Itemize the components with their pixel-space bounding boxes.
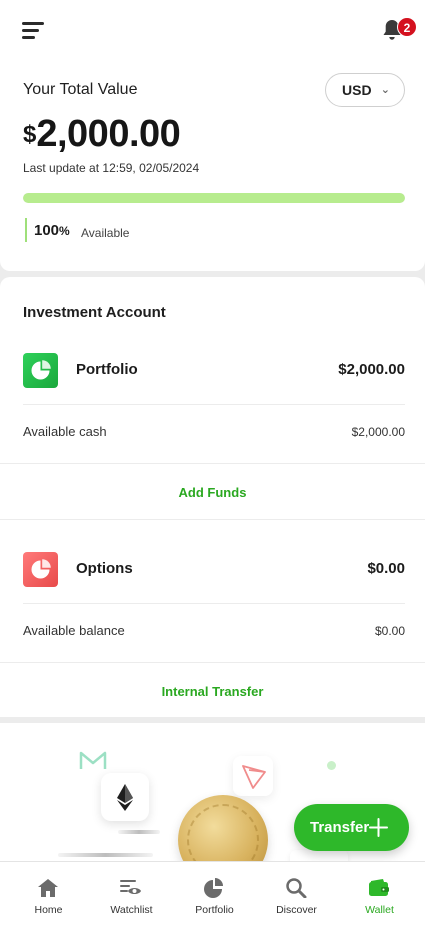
decorative-stick — [58, 853, 153, 857]
decorative-dot — [327, 761, 336, 770]
portfolio-name[interactable]: Portfolio — [76, 361, 138, 378]
currency-symbol: $ — [23, 121, 37, 148]
notification-badge: 2 — [397, 17, 417, 37]
transfer-label: Transfer — [310, 819, 370, 836]
available-label: Available — [81, 226, 130, 240]
portfolio-value: $2,000.00 — [338, 361, 405, 378]
decorative-stick — [118, 830, 160, 834]
chevron-down-icon: ⌄ — [380, 84, 390, 96]
wallet-icon — [369, 879, 389, 896]
options-name[interactable]: Options — [76, 560, 133, 577]
divider — [0, 519, 425, 520]
total-value-card: Your Total Value USD ⌄ $2,000.00 Last up… — [0, 60, 425, 271]
maker-coin-icon — [79, 751, 107, 769]
bottom-navigation: Home Watchlist Portfolio Discover Wallet — [0, 861, 425, 929]
available-progress-fill — [23, 193, 405, 203]
available-indicator — [25, 218, 27, 242]
nav-label-discover: Discover — [276, 904, 317, 916]
ethereum-icon — [101, 773, 149, 821]
nav-label-home: Home — [34, 904, 63, 916]
nav-label-portfolio: Portfolio — [195, 904, 234, 916]
total-value-label: Your Total Value — [23, 81, 138, 98]
options-value: $0.00 — [367, 560, 405, 577]
available-percent: 100% — [34, 222, 70, 239]
available-cash-label: Available cash — [23, 424, 107, 439]
plus-icon — [369, 818, 388, 837]
total-amount-value: 2,000.00 — [36, 113, 181, 155]
divider — [0, 463, 425, 464]
available-balance-label: Available balance — [23, 623, 125, 638]
available-balance-value: $0.00 — [374, 624, 405, 638]
available-progress-bar — [23, 193, 405, 203]
nav-label-watchlist: Watchlist — [110, 904, 153, 916]
last-update-text: Last update at 12:59, 02/05/2024 — [23, 161, 200, 175]
nav-label-wallet: Wallet — [365, 904, 394, 916]
watchlist-eye-icon — [120, 880, 141, 894]
add-funds-button[interactable]: Add Funds — [0, 485, 425, 500]
available-percent-value: 100 — [34, 222, 60, 239]
investment-account-card: Investment Account Portfolio $2,000.00 A… — [0, 277, 425, 717]
transfer-button[interactable]: Transfer — [294, 804, 409, 851]
home-icon — [38, 879, 58, 897]
available-cash-value: $2,000.00 — [351, 425, 405, 439]
divider — [0, 662, 425, 663]
nav-item-wallet[interactable]: Wallet — [337, 862, 422, 929]
nav-item-discover[interactable]: Discover — [254, 862, 339, 929]
divider — [23, 603, 405, 604]
search-icon — [286, 878, 307, 898]
hamburger-menu-icon[interactable] — [22, 20, 46, 40]
divider — [23, 404, 405, 405]
currency-value: USD — [342, 82, 372, 98]
investment-account-title: Investment Account — [23, 304, 166, 321]
internal-transfer-button[interactable]: Internal Transfer — [0, 684, 425, 699]
total-amount: $2,000.00 — [23, 113, 181, 156]
nav-item-home[interactable]: Home — [6, 862, 91, 929]
currency-selector[interactable]: USD ⌄ — [325, 73, 405, 107]
nav-item-watchlist[interactable]: Watchlist — [89, 862, 174, 929]
nav-item-portfolio[interactable]: Portfolio — [172, 862, 257, 929]
top-bar: 2 — [0, 0, 425, 60]
gold-coin-icon — [178, 795, 268, 863]
percent-sign: % — [59, 224, 70, 238]
portfolio-pie-chart-icon — [23, 353, 58, 388]
options-pie-chart-icon — [23, 552, 58, 587]
tron-icon — [233, 756, 273, 796]
pie-chart-icon — [204, 878, 223, 898]
